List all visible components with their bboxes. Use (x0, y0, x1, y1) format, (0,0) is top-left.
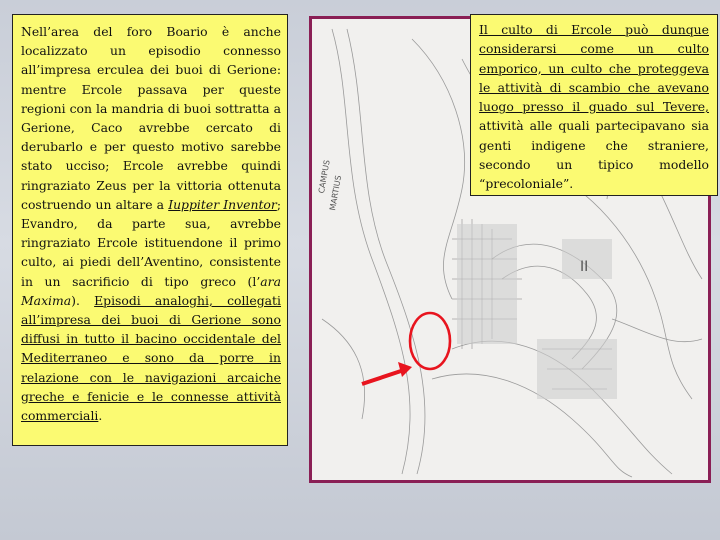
iuppiter-inventor-term: Iuppiter Inventor (168, 196, 277, 212)
left-text-part1: Nell’area del foro Boario è anche locali… (21, 24, 281, 212)
map-label-campus: CAMPUS (317, 159, 332, 194)
right-text-rest: attività alle quali partecipavano sia ge… (479, 118, 709, 192)
left-text-part3: ). (71, 292, 95, 308)
right-text-underlined: Il culto di Ercole può dunque considerar… (479, 22, 709, 115)
red-arrow-icon (361, 362, 412, 386)
map-label-region-ii: II (580, 259, 588, 275)
left-text-box: Nell’area del foro Boario è anche locali… (12, 14, 288, 446)
right-text-box: Il culto di Ercole può dunque considerar… (470, 14, 718, 196)
left-text-underlined: Episodi analoghi, collegati all’impresa … (21, 292, 281, 424)
map-label-martius: MARTIUS (328, 175, 343, 212)
highlight-circle (408, 311, 452, 371)
left-text-part5: . (98, 408, 103, 424)
